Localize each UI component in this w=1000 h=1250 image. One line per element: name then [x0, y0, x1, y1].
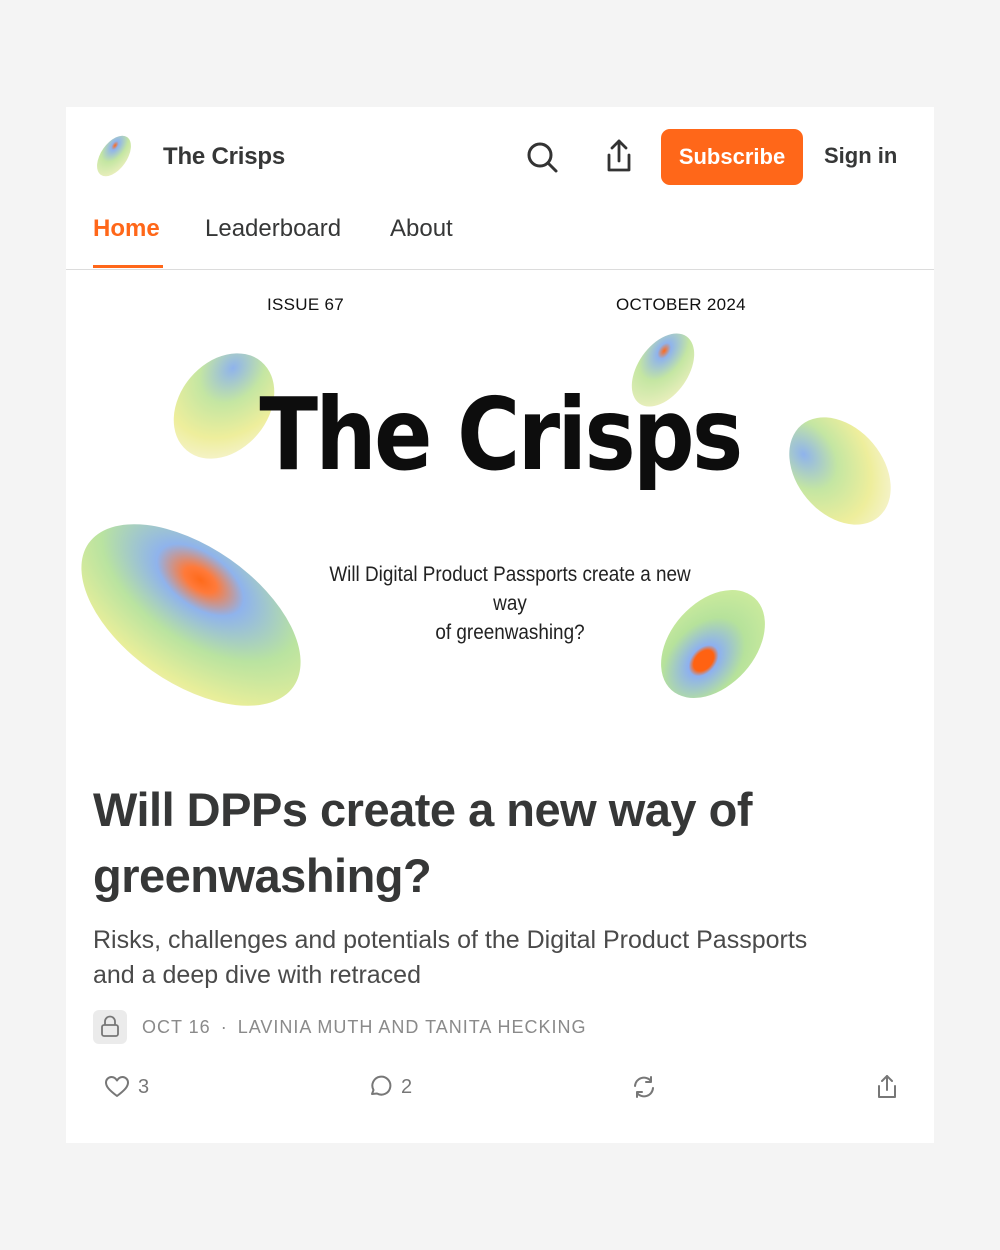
post-share-button[interactable]: [874, 1072, 904, 1102]
share-icon: [607, 139, 631, 172]
restack-button[interactable]: [631, 1072, 661, 1102]
cover-subtitle-line: Will Digital Product Passports create a …: [329, 563, 691, 615]
search-icon: [527, 142, 558, 173]
post-title-line: greenwashing?: [93, 849, 432, 902]
post-meta: OCT 16 · LAVINIA MUTH AND TANITA HECKING: [142, 1017, 586, 1038]
publication-logo[interactable]: [94, 133, 134, 179]
cover-subtitle: Will Digital Product Passports create a …: [321, 560, 699, 647]
post-authors[interactable]: LAVINIA MUTH AND TANITA HECKING: [238, 1017, 587, 1037]
post-subtitle: Risks, challenges and potentials of the …: [93, 923, 893, 993]
subscribe-button[interactable]: Subscribe: [661, 129, 803, 185]
share-button[interactable]: [601, 137, 637, 175]
post-date: OCT 16: [142, 1017, 211, 1037]
sign-in-button[interactable]: Sign in: [824, 143, 897, 169]
tab-about[interactable]: About: [390, 215, 453, 243]
meta-separator: ·: [220, 1017, 228, 1037]
post-title[interactable]: Will DPPs create a new way of greenwashi…: [93, 777, 893, 909]
post-title-line: Will DPPs create a new way of: [93, 783, 753, 836]
cover-image[interactable]: ISSUE 67 OCTOBER 2024 The Crisps Will Di…: [66, 270, 934, 750]
active-tab-indicator: [93, 265, 163, 268]
cover-date: OCTOBER 2024: [616, 295, 746, 314]
like-count: 3: [138, 1076, 150, 1098]
post-subtitle-line: Risks, challenges and potentials of the …: [93, 926, 808, 954]
comment-icon: [371, 1075, 392, 1096]
publication-name[interactable]: The Crisps: [163, 143, 285, 171]
cover-title: The Crisps: [259, 376, 743, 493]
tab-home[interactable]: Home: [93, 215, 160, 243]
cover-gradient-blobs: [81, 333, 891, 706]
comment-count: 2: [401, 1076, 413, 1098]
comment-button[interactable]: 2: [367, 1072, 427, 1102]
cover-subtitle-line: of greenwashing?: [435, 621, 585, 644]
like-button[interactable]: 3: [104, 1072, 164, 1102]
tab-leaderboard[interactable]: Leaderboard: [205, 215, 341, 243]
restack-icon: [634, 1076, 654, 1098]
paywall-badge: [93, 1010, 127, 1044]
lock-icon: [101, 1015, 119, 1037]
search-button[interactable]: [524, 139, 560, 175]
post-card: The Crisps Subscribe Sign in Home Leader…: [66, 107, 934, 1143]
share-icon: [878, 1075, 896, 1098]
cover-issue-number: ISSUE 67: [267, 295, 345, 314]
post-subtitle-line: and a deep dive with retraced: [93, 961, 421, 989]
heart-icon: [105, 1076, 129, 1097]
